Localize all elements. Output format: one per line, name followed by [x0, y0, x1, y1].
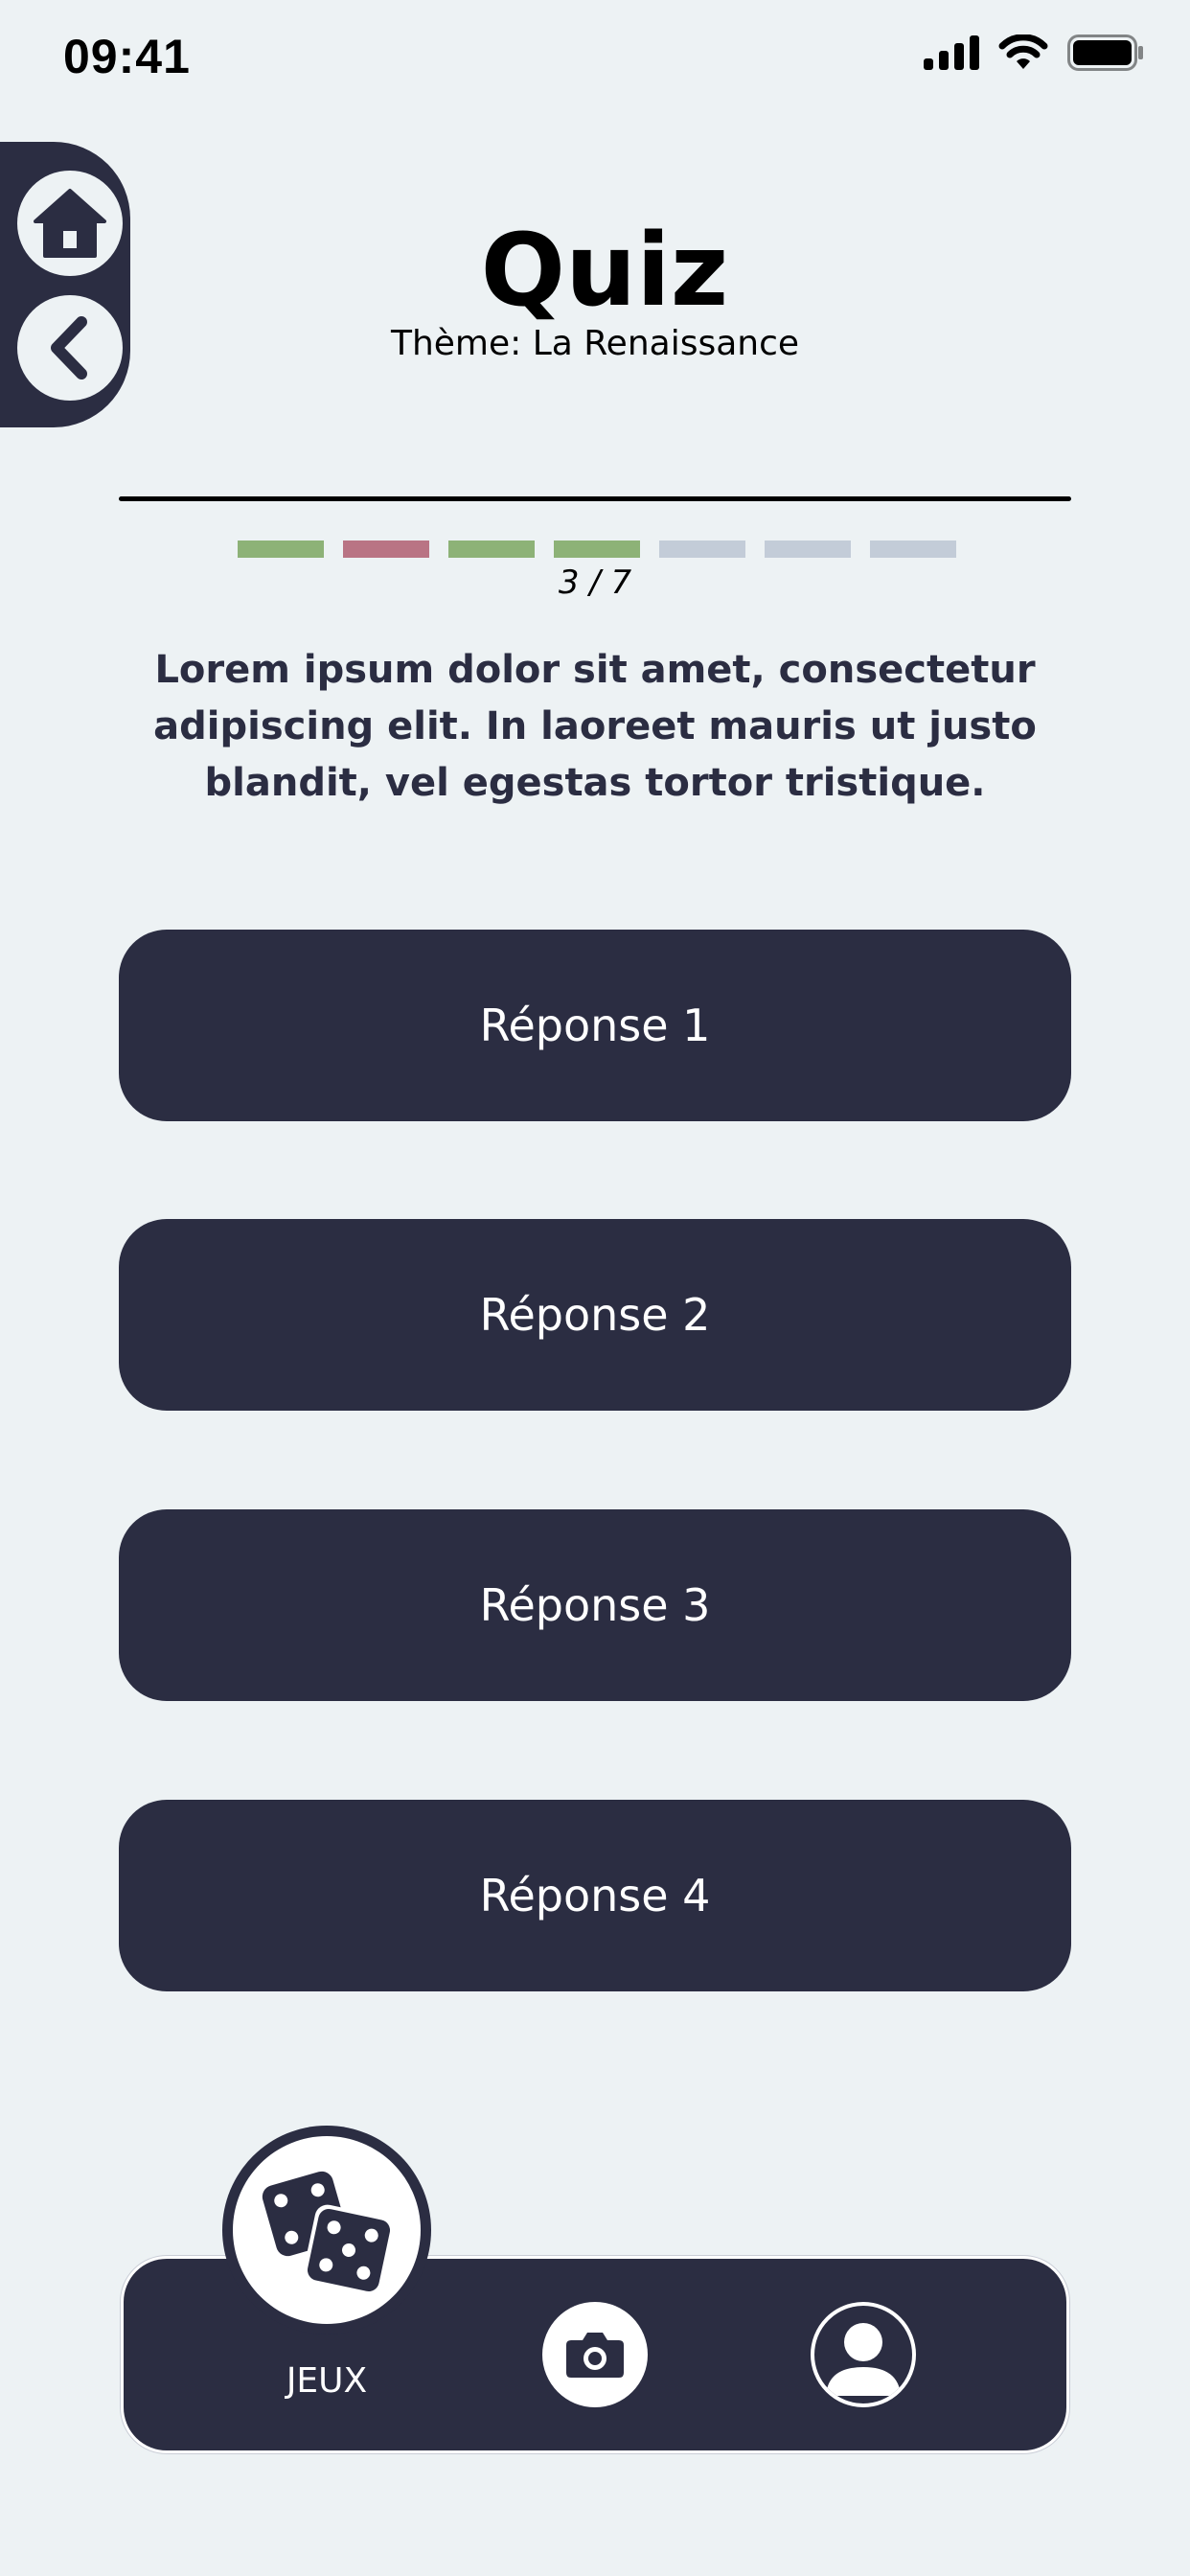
progress-segment-correct [448, 540, 535, 558]
answer-label: Réponse 2 [479, 1289, 711, 1341]
page-title: Quiz [480, 212, 729, 329]
question-counter: 3 / 7 [558, 564, 632, 602]
answer-button-1[interactable]: Réponse 1 [119, 930, 1071, 1121]
user-icon [826, 2323, 901, 2396]
nav-profile-button[interactable] [811, 2302, 916, 2407]
progress-segment-pending [870, 540, 956, 558]
answer-label: Réponse 4 [479, 1870, 711, 1921]
progress-bar [238, 540, 956, 558]
progress-segment-correct [554, 540, 640, 558]
battery-icon [1067, 34, 1143, 71]
nav-games-button[interactable] [222, 2126, 431, 2334]
dice-icon [262, 2171, 395, 2296]
progress-segment-pending [765, 540, 851, 558]
answer-button-3[interactable]: Réponse 3 [119, 1509, 1071, 1701]
answer-label: Réponse 3 [479, 1579, 711, 1631]
status-time: 09:41 [63, 30, 191, 83]
nav-camera-button[interactable] [542, 2302, 648, 2407]
progress-segment-pending [659, 540, 745, 558]
quiz-theme: Thème: La Renaissance [390, 324, 800, 363]
nav-games-inner [233, 2136, 421, 2324]
camera-icon [566, 2333, 624, 2378]
wifi-icon [998, 34, 1048, 69]
status-bar: 09:41 [0, 0, 1190, 115]
progress-segment-correct [238, 540, 324, 558]
status-icons [924, 34, 1144, 71]
answer-button-4[interactable]: Réponse 4 [119, 1800, 1071, 1991]
signal-icon [924, 35, 979, 70]
answer-button-2[interactable]: Réponse 2 [119, 1219, 1071, 1411]
progress-segment-wrong [343, 540, 429, 558]
nav-games-label[interactable]: JEUX [222, 2361, 431, 2401]
answer-label: Réponse 1 [479, 1000, 711, 1051]
question-text: Lorem ipsum dolor sit amet, consectetur … [153, 648, 1037, 805]
header-divider [119, 496, 1071, 501]
